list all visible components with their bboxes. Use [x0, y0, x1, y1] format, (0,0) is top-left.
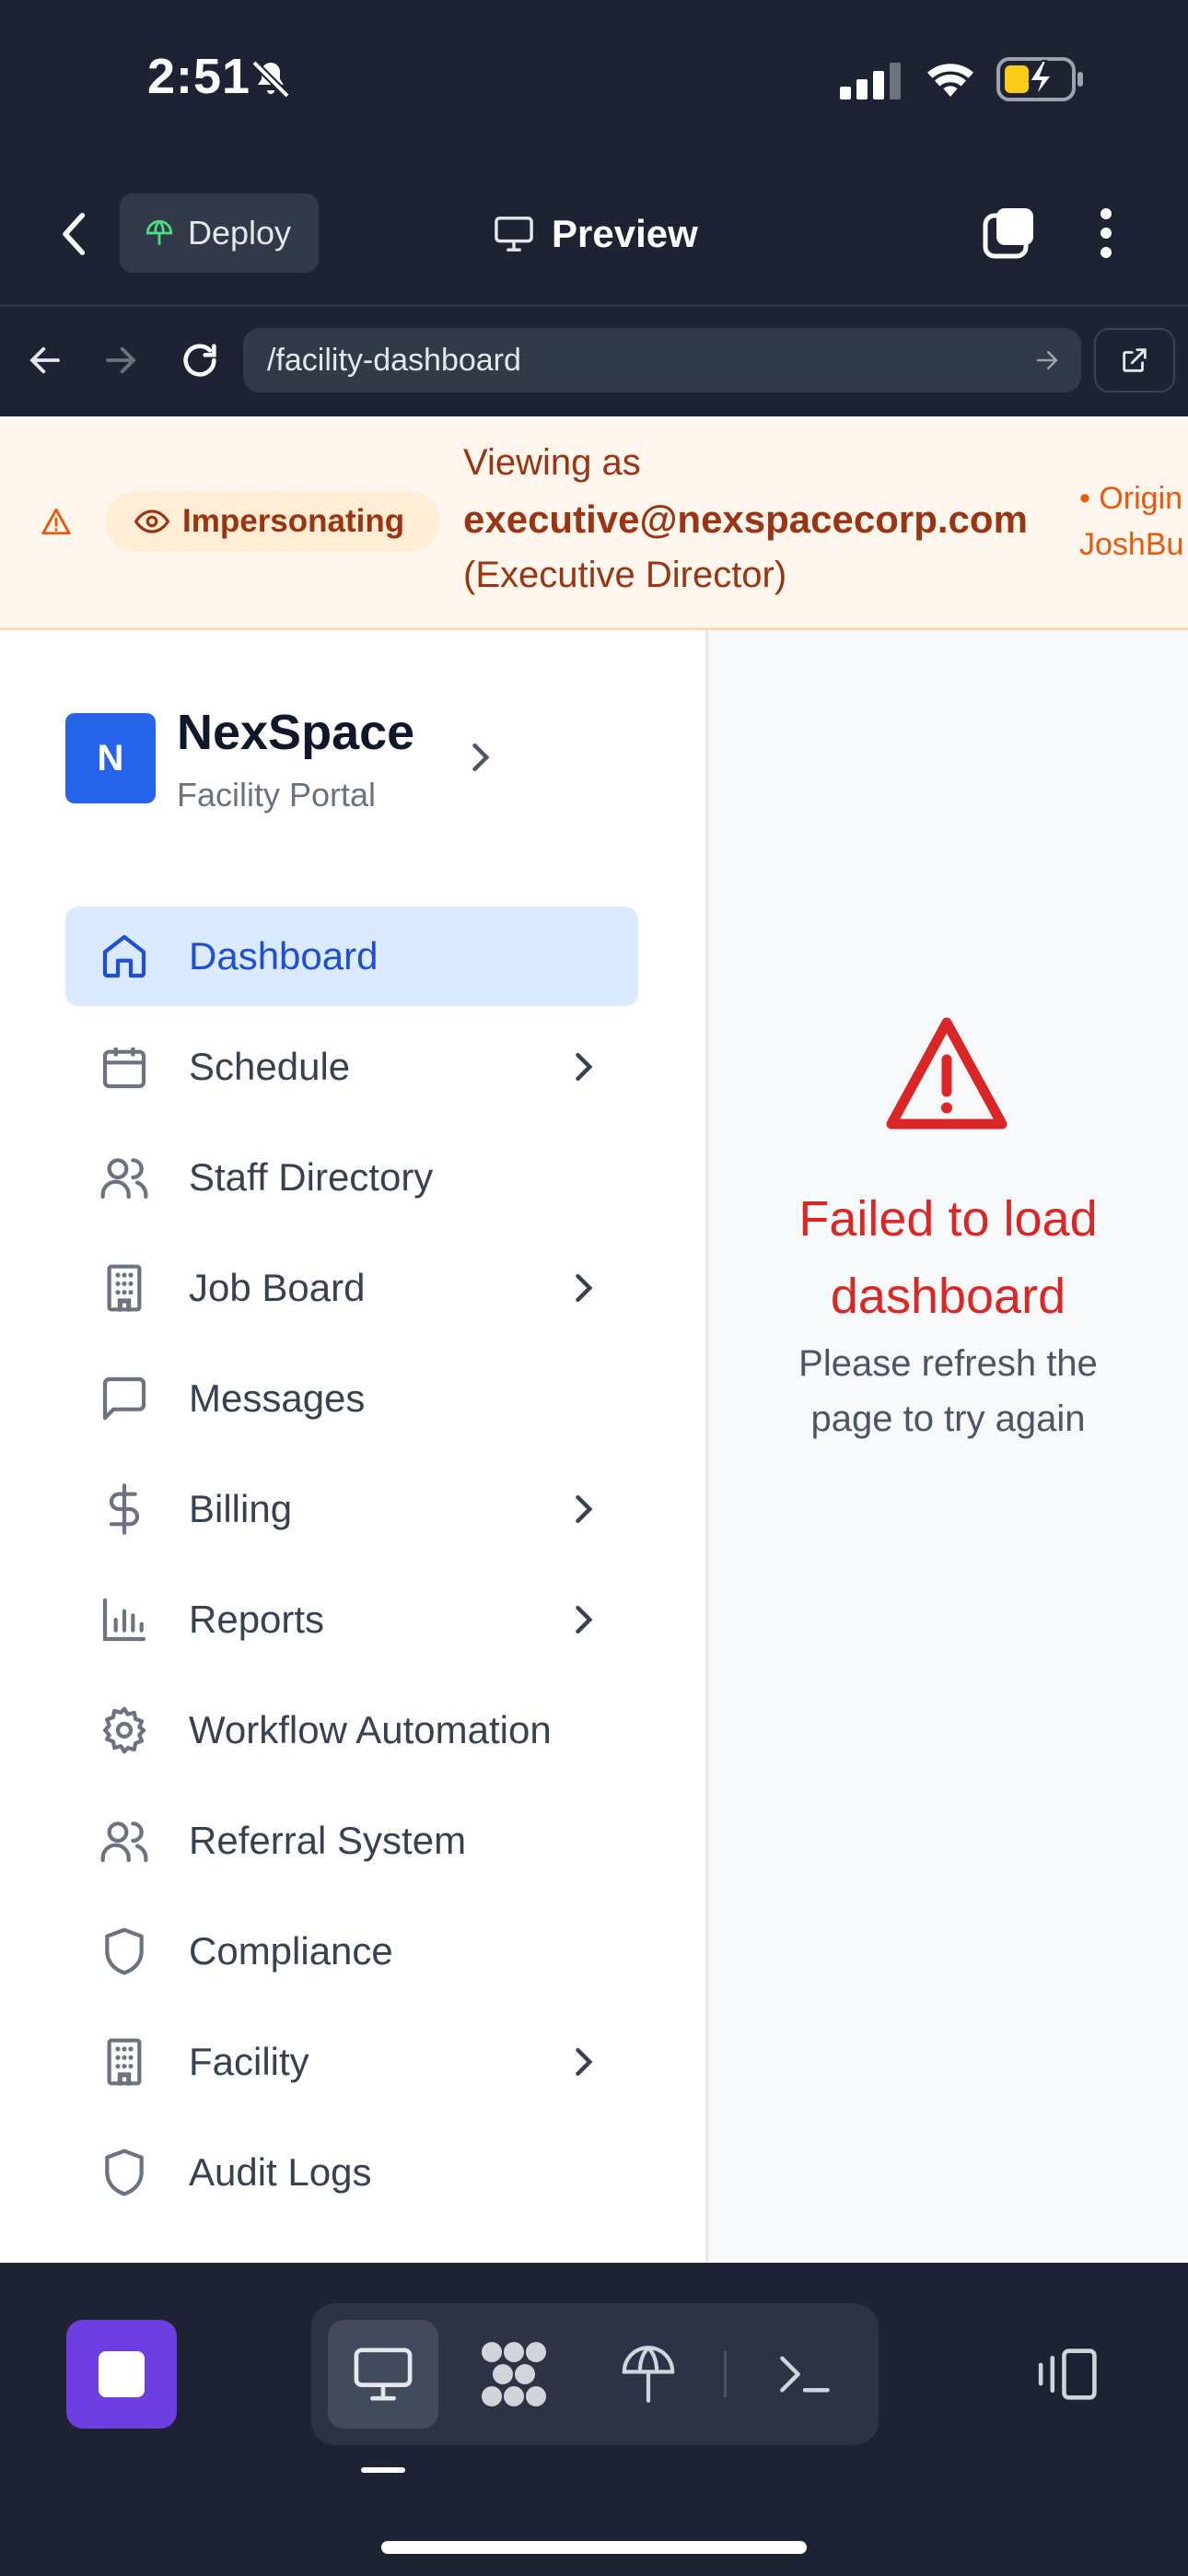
deploy-tool-button[interactable] — [593, 2320, 704, 2429]
sidebar-item-messages[interactable]: Messages — [65, 1349, 638, 1448]
packages-tool-button[interactable] — [459, 2320, 569, 2429]
sidebar-item-staff-directory[interactable]: Staff Directory — [65, 1128, 638, 1227]
url-input[interactable]: /facility-dashboard — [243, 328, 1081, 392]
browser-forward-icon[interactable] — [101, 341, 140, 380]
sidebar-item-dashboard[interactable]: Dashboard — [65, 907, 638, 1006]
chevron-right-icon — [563, 1599, 603, 1640]
cellular-signal-icon — [840, 63, 903, 100]
brand-chevron-icon[interactable] — [466, 737, 494, 778]
preview-tool-button[interactable] — [328, 2320, 438, 2429]
dollar-icon — [99, 1483, 150, 1535]
chevron-right-icon — [563, 1489, 603, 1529]
sidebar-item-job-board[interactable]: Job Board — [65, 1238, 638, 1338]
main-content — [708, 630, 1188, 2263]
deploy-button[interactable]: Deploy — [120, 193, 319, 273]
reload-icon[interactable] — [179, 339, 221, 381]
terminal-icon — [775, 2351, 834, 2397]
sidebar-item-label: Dashboard — [189, 934, 379, 978]
sidebar-item-label: Facility — [189, 2040, 309, 2083]
impersonated-email: executive@nexspacecorp.com — [463, 498, 1028, 541]
sidebar-item-billing[interactable]: Billing — [65, 1459, 638, 1559]
calendar-icon — [99, 1041, 150, 1093]
sidebar-item-label: Job Board — [189, 1266, 366, 1309]
sidebar-item-label: Billing — [189, 1487, 293, 1530]
building-icon — [99, 2036, 150, 2088]
error-message-line1: Please refresh the — [798, 1343, 1098, 1384]
sidebar-item-workflow-automation[interactable]: Workflow Automation — [65, 1680, 638, 1780]
console-tool-button[interactable] — [750, 2320, 860, 2429]
message-icon — [99, 1373, 150, 1424]
chevron-right-icon — [563, 1047, 603, 1087]
viewing-as-label: Viewing as — [463, 442, 641, 483]
impersonated-role: (Executive Director) — [463, 555, 787, 595]
sidebar-item-referral-system[interactable]: Referral System — [65, 1791, 638, 1891]
sidebar-item-reports[interactable]: Reports — [65, 1570, 638, 1669]
sidebar-item-facility[interactable]: Facility — [65, 2012, 638, 2112]
grid-dots-icon — [479, 2341, 549, 2407]
battery-charging-icon — [996, 55, 1085, 103]
sidebar-item-label: Schedule — [189, 1045, 351, 1088]
gear-icon — [99, 1704, 150, 1756]
url-text: /facility-dashboard — [267, 342, 521, 378]
impersonating-badge: Impersonating — [105, 491, 440, 552]
browser-back-icon[interactable] — [26, 341, 64, 380]
chevron-right-icon — [563, 2042, 603, 2082]
shield-icon — [99, 2147, 150, 2198]
go-arrow-icon[interactable] — [1033, 346, 1061, 374]
original-user-label: • Origin — [1079, 481, 1183, 516]
sidebar-item-label: Staff Directory — [189, 1155, 434, 1199]
device-frame-icon — [1031, 2346, 1101, 2403]
sidebar-item-compliance[interactable]: Compliance — [65, 1902, 638, 2001]
monitor-icon — [351, 2345, 415, 2404]
sidebar-item-label: Audit Logs — [189, 2150, 372, 2194]
more-menu-icon[interactable] — [1096, 206, 1116, 260]
alert-triangle-icon — [882, 1013, 1011, 1133]
active-tab-indicator — [361, 2467, 405, 2473]
users-icon — [99, 1815, 150, 1867]
stop-icon — [97, 2349, 146, 2399]
original-user-info: • Origin JoshBu — [1079, 475, 1183, 568]
deploy-icon — [144, 217, 175, 249]
open-external-button[interactable] — [1094, 328, 1175, 392]
error-title-line1: Failed to load — [798, 1191, 1098, 1247]
deploy-label: Deploy — [188, 214, 292, 252]
eye-icon — [134, 508, 169, 535]
sidebar-item-label: Workflow Automation — [189, 1708, 552, 1751]
bell-muted-icon — [249, 57, 293, 101]
preview-label: Preview — [552, 212, 698, 255]
sidebar-item-label: Compliance — [189, 1929, 393, 1973]
deploy-icon — [619, 2343, 678, 2406]
users-icon — [99, 1152, 150, 1203]
brand-subtitle: Facility Portal — [177, 776, 377, 814]
external-link-icon — [1119, 345, 1150, 376]
home-icon — [99, 931, 150, 982]
impersonating-label: Impersonating — [182, 503, 405, 539]
tabs-icon[interactable] — [980, 205, 1037, 262]
device-toggle-button[interactable] — [1011, 2320, 1122, 2429]
sidebar-item-audit-logs[interactable]: Audit Logs — [65, 2123, 638, 2222]
sidebar-item-label: Referral System — [189, 1819, 467, 1862]
shield-icon — [99, 1926, 150, 1977]
monitor-icon — [493, 215, 535, 253]
chevron-right-icon — [563, 1268, 603, 1308]
brand-logo: N — [65, 713, 156, 803]
error-title-line2: dashboard — [830, 1269, 1066, 1324]
sidebar-item-schedule[interactable]: Schedule — [65, 1017, 638, 1117]
sidebar-item-label: Messages — [189, 1376, 366, 1420]
building-icon — [99, 1262, 150, 1314]
warning-icon — [41, 507, 72, 536]
sidebar-item-label: Reports — [189, 1598, 325, 1641]
error-message-line2: page to try again — [810, 1399, 1086, 1439]
home-indicator — [381, 2541, 807, 2554]
bar-chart-icon — [99, 1594, 150, 1645]
wifi-icon — [923, 57, 978, 100]
back-icon[interactable] — [55, 208, 96, 260]
stop-button[interactable] — [66, 2320, 177, 2429]
toolbar-separator — [724, 2351, 727, 2397]
original-user-name: JoshBu — [1079, 527, 1184, 562]
status-time: 2:51 — [147, 49, 251, 104]
brand-name: NexSpace — [177, 705, 415, 760]
preview-title: Preview — [493, 205, 698, 263]
